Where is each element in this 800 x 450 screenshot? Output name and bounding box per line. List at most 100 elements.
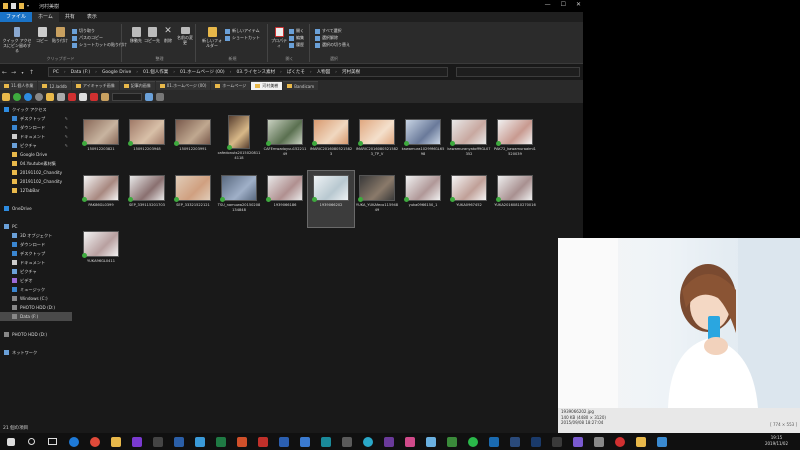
new-folder-button[interactable]: 新しいフォルダー <box>201 27 223 48</box>
file-item[interactable]: 150912203821 <box>78 115 124 171</box>
taskbar-clock[interactable]: 19:15 2019/11/02 <box>765 435 788 447</box>
forward-icon[interactable]: → <box>9 69 18 76</box>
taskbar-app[interactable] <box>252 433 273 450</box>
file-item[interactable]: 150912203991 <box>170 115 216 171</box>
file-item[interactable]: CAFEmwadoyuu15221149 <box>262 115 308 171</box>
taskbar-app[interactable] <box>630 433 651 450</box>
breadcrumb-separator[interactable]: › <box>280 70 282 75</box>
breadcrumb-segment[interactable]: 人物図 <box>317 69 331 75</box>
breadcrumb-segment[interactable]: Google Drive <box>102 70 131 75</box>
search-input[interactable] <box>456 67 580 77</box>
move-to-button[interactable]: 移動先 <box>128 27 144 43</box>
pin-icon[interactable] <box>145 92 153 101</box>
taskbar-app[interactable] <box>567 433 588 450</box>
taskbar-app[interactable] <box>315 433 336 450</box>
breadcrumb-separator[interactable]: › <box>310 70 312 75</box>
sidebar-item[interactable]: 20191102_Chandity <box>0 168 72 177</box>
taskbar-app[interactable] <box>462 433 483 450</box>
breadcrumb-segment[interactable]: 03.ライセンス素材 <box>236 69 275 75</box>
taskbar-app[interactable] <box>63 433 84 450</box>
taskbar-app[interactable] <box>441 433 462 450</box>
pin-to-quick-access-button[interactable]: クイック アクセスにピン留めする <box>2 27 32 53</box>
sidebar-item[interactable]: デスクトップ <box>0 249 72 258</box>
file-item[interactable]: 1939066186 <box>262 171 308 227</box>
sidebar-item[interactable]: PHOTO HDD (D:) <box>0 330 72 339</box>
taskbar-app[interactable] <box>525 433 546 450</box>
file-item[interactable]: SEP_339115201703 <box>124 171 170 227</box>
filter-input[interactable] <box>112 92 142 101</box>
properties-button[interactable]: プロパティ <box>271 27 287 48</box>
taskbar-app[interactable] <box>336 433 357 450</box>
file-item[interactable]: YUKA0967452 <box>446 171 492 227</box>
tab-view[interactable]: 表示 <box>81 12 103 22</box>
address-bar[interactable]: PC › Data (F:) › Google Drive › 01.個人作業 › 01.ホーム… <box>48 67 448 77</box>
taskbar-app[interactable] <box>546 433 567 450</box>
open-button[interactable]: 開く <box>289 28 304 34</box>
close-tab-icon[interactable] <box>68 92 76 101</box>
file-item[interactable]: 150912203948 <box>124 115 170 171</box>
breadcrumb-separator[interactable]: › <box>64 70 66 75</box>
breadcrumb-segment[interactable]: Data (F:) <box>71 70 90 75</box>
sidebar-item[interactable]: 04.Youtube素材集 <box>0 159 72 168</box>
taskbar-app[interactable] <box>147 433 168 450</box>
back-icon[interactable]: ← <box>0 69 9 76</box>
folder-icon[interactable] <box>46 92 54 101</box>
breadcrumb-separator[interactable]: › <box>136 70 138 75</box>
sidebar-item[interactable]: ビデオ <box>0 276 72 285</box>
edit-button[interactable]: 編集 <box>289 35 304 41</box>
tab-file[interactable]: ファイル <box>0 12 33 22</box>
sidebar-item[interactable]: OneDrive <box>0 204 72 213</box>
qtab[interactable]: 12.laddb <box>38 81 71 90</box>
taskbar-app[interactable] <box>651 433 672 450</box>
qtab[interactable]: 記事内画像 <box>119 81 155 90</box>
settings-icon[interactable] <box>35 92 43 101</box>
copy-to-button[interactable]: コピー先 <box>144 27 160 43</box>
sidebar-item[interactable]: ピクチャ ✎ <box>0 141 72 150</box>
breadcrumb-separator[interactable]: › <box>95 70 97 75</box>
sidebar-item[interactable]: 3D オブジェクト <box>0 231 72 240</box>
cut-button[interactable]: 切り取り <box>72 28 95 34</box>
taskbar-app[interactable] <box>483 433 504 450</box>
sidebar-item[interactable]: PC <box>0 222 72 231</box>
tab-home[interactable]: ホーム <box>32 12 59 22</box>
new-item-button[interactable]: 新しいアイテム <box>225 28 260 34</box>
easy-access-button[interactable]: ショートカット <box>225 35 260 41</box>
qtab[interactable]: アイキャッチ画像 <box>71 81 119 90</box>
sidebar-item[interactable]: PHOTO HDD (D:) <box>0 303 72 312</box>
globe-icon[interactable] <box>24 92 32 101</box>
breadcrumb-separator[interactable]: › <box>173 70 175 75</box>
start-button[interactable] <box>0 433 21 450</box>
tab-share[interactable]: 共有 <box>59 12 81 22</box>
recent-dropdown-icon[interactable]: ▾ <box>18 70 27 75</box>
sidebar-item[interactable]: Data (F:) <box>0 312 72 321</box>
sidebar-item[interactable]: ドキュメント <box>0 258 72 267</box>
taskbar-app[interactable] <box>504 433 525 450</box>
taskbar-app[interactable] <box>189 433 210 450</box>
paste-shortcut-button[interactable]: ショートカットの貼り付け <box>72 42 127 48</box>
up-icon[interactable]: ↑ <box>27 69 36 76</box>
paste-button[interactable]: 貼り付け <box>51 27 69 43</box>
file-item[interactable]: PAK86GL0399 <box>78 171 124 227</box>
breadcrumb-segment[interactable]: 河村美樹 <box>342 69 360 75</box>
taskbar-app[interactable] <box>357 433 378 450</box>
breadcrumb-segment[interactable]: 01.ホームページ (00) <box>180 69 225 75</box>
copy-path-button[interactable]: パスのコピー <box>72 35 103 41</box>
file-item[interactable]: cafedonuts20150208114118 <box>216 115 262 171</box>
star-icon[interactable] <box>2 92 10 101</box>
taskbar-app[interactable] <box>378 433 399 450</box>
file-item[interactable]: YUKA20160810270016 <box>492 171 538 227</box>
chevron-down-icon[interactable]: ▾ <box>27 3 31 9</box>
file-item[interactable]: PAK72_kawamuraaimi1520039 <box>492 115 538 171</box>
select-all-button[interactable]: すべて選択 <box>315 28 342 34</box>
taskbar-app[interactable] <box>168 433 189 450</box>
save-icon[interactable] <box>3 3 8 9</box>
file-item[interactable]: TSU_namuwa20150208134848 <box>216 171 262 227</box>
qtab[interactable]: Bandicam <box>283 81 319 90</box>
minimize-icon[interactable]: — <box>545 1 551 8</box>
taskbar-app[interactable] <box>420 433 441 450</box>
sidebar-item[interactable]: ネットワーク <box>0 348 72 357</box>
sidebar-item[interactable]: 20191102_Chandity <box>0 177 72 186</box>
file-item[interactable]: YUKA_YUKAfeco11594849 <box>354 171 400 227</box>
maximize-icon[interactable]: ☐ <box>561 1 566 8</box>
properties-icon[interactable] <box>11 3 16 9</box>
